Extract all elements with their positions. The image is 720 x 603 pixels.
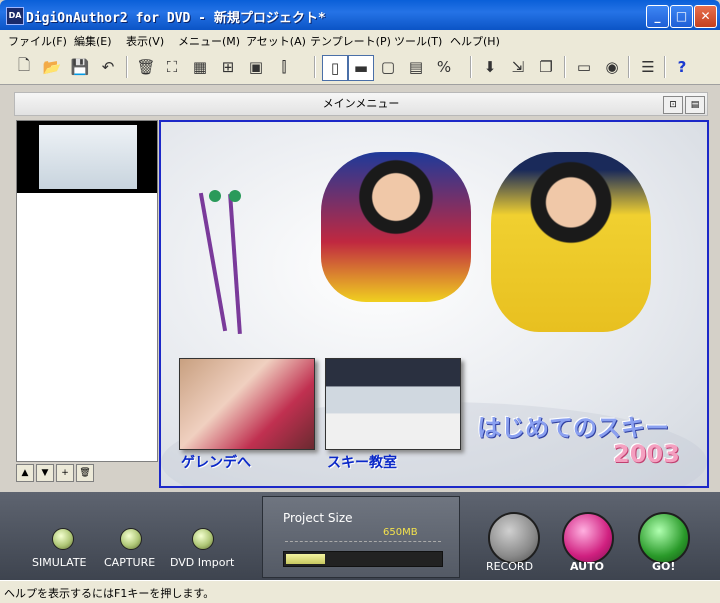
menu-help[interactable]: ヘルプ(H) xyxy=(450,33,500,49)
toolbar-separator xyxy=(628,56,630,78)
record-label[interactable]: RECORD xyxy=(486,560,533,573)
menu-button-thumb-slope[interactable] xyxy=(179,358,315,450)
capacity-scale xyxy=(285,541,441,546)
capture-label[interactable]: CAPTURE xyxy=(104,556,155,569)
menu-tool[interactable]: ツール(T) xyxy=(394,33,442,49)
new-submenu-icon[interactable]: ⊡ xyxy=(663,96,683,114)
toolbar-separator xyxy=(314,56,316,78)
capture-led-icon[interactable] xyxy=(120,528,142,550)
add-button[interactable]: + xyxy=(56,464,74,482)
app-window: DA DigiOnAuthor2 for DVD - 新規プロジェクト* _ □… xyxy=(0,0,720,603)
app-icon: DA xyxy=(6,7,24,25)
table-icon[interactable]: ▤ xyxy=(404,55,428,79)
move-up-button[interactable]: ▲ xyxy=(16,464,34,482)
down-arrow-icon[interactable]: ⬇ xyxy=(478,55,502,79)
undo-icon[interactable]: ↶ xyxy=(96,55,120,79)
ungroup-icon[interactable]: ▣ xyxy=(244,55,268,79)
menu-edit[interactable]: 編集(E) xyxy=(74,33,112,49)
grid-icon[interactable]: ▦ xyxy=(188,55,212,79)
main-menu-header: メインメニュー ⊡ ▤ xyxy=(14,92,708,116)
capacity-label: 650MB xyxy=(383,527,418,538)
align-icon[interactable]: ⫿ xyxy=(272,55,296,79)
menu-menu[interactable]: メニュー(M) xyxy=(178,33,240,49)
menu-title-text[interactable]: はじめてのスキー xyxy=(477,408,669,443)
panel-icon[interactable]: ▯ xyxy=(322,55,348,81)
menu-button-thumb-school[interactable] xyxy=(325,358,461,450)
menu-thumbnail-preview xyxy=(39,125,137,189)
percent-icon[interactable]: % xyxy=(432,55,456,79)
toolbar-separator xyxy=(126,56,128,78)
toolbar: 🗋 📂 💾 ↶ 🗑 ⛶ ▦ ⊞ ▣ ⫿ ▯ ▬ ▢ ▤ % ⬇ ⇲ ❐ ▭ ◉ … xyxy=(0,50,720,85)
project-size-bar xyxy=(283,551,443,567)
auto-button[interactable] xyxy=(562,512,614,564)
menu-year-text[interactable]: 2003 xyxy=(613,440,680,468)
move-down-button[interactable]: ▼ xyxy=(36,464,54,482)
delete-button[interactable]: 🗑 xyxy=(76,464,94,482)
maximize-button[interactable]: □ xyxy=(670,5,693,28)
status-text: ヘルプを表示するにはF1キーを押します。 xyxy=(4,587,215,600)
toolbar-separator xyxy=(564,56,566,78)
dvd-import-led-icon[interactable] xyxy=(192,528,214,550)
menu-bar: ファイル(F) 編集(E) 表示(V) メニュー(M) アセット(A) テンプレ… xyxy=(0,30,720,50)
simulate-label[interactable]: SIMULATE xyxy=(32,556,87,569)
record-button[interactable] xyxy=(488,512,540,564)
delete-icon[interactable]: 🗑 xyxy=(134,55,158,79)
open-icon[interactable]: 📂 xyxy=(40,55,64,79)
menu-thumbnail[interactable] xyxy=(17,121,157,193)
dvd-import-label[interactable]: DVD Import xyxy=(170,556,234,569)
menu-button-label-slope[interactable]: ゲレンデへ xyxy=(181,452,251,472)
minimize-button[interactable]: _ xyxy=(646,5,669,28)
frame-icon[interactable]: ▭ xyxy=(572,55,596,79)
overlay-icon[interactable]: ❐ xyxy=(534,55,558,79)
import-icon[interactable]: ⇲ xyxy=(506,55,530,79)
title-bar[interactable]: DA DigiOnAuthor2 for DVD - 新規プロジェクト* _ □… xyxy=(0,0,720,30)
window-icon[interactable]: ▢ xyxy=(376,55,400,79)
help-icon[interactable]: ? xyxy=(670,55,694,79)
editor-area: メインメニュー ⊡ ▤ ▲ ▼ + 🗑 ゲレンデへ スキー教室 はじめてのスキー… xyxy=(6,88,714,488)
fit-icon[interactable]: ⛶ xyxy=(160,55,184,79)
status-bar: ヘルプを表示するにはF1キーを押します。 xyxy=(0,580,720,603)
main-menu-title: メインメニュー xyxy=(322,97,400,110)
menu-thumbnail-list[interactable] xyxy=(16,120,158,462)
menu-file[interactable]: ファイル(F) xyxy=(8,33,67,49)
child-photo-right xyxy=(491,152,651,332)
save-icon[interactable]: 💾 xyxy=(68,55,92,79)
project-size-fill xyxy=(286,554,325,564)
toolbar-separator xyxy=(470,56,472,78)
menu-asset[interactable]: アセット(A) xyxy=(246,33,306,49)
new-icon[interactable]: 🗋 xyxy=(12,55,36,79)
menu-icon[interactable]: ☰ xyxy=(636,55,660,79)
project-size-label: Project Size xyxy=(283,511,353,525)
close-button[interactable]: ✕ xyxy=(694,5,717,28)
record-icon[interactable]: ◉ xyxy=(600,55,624,79)
project-size-panel: Project Size 650MB xyxy=(262,496,460,578)
menu-template[interactable]: テンプレート(P) xyxy=(310,33,391,49)
go-button[interactable] xyxy=(638,512,690,564)
menu-canvas[interactable]: ゲレンデへ スキー教室 はじめてのスキー 2003 xyxy=(159,120,709,488)
child-photo-left xyxy=(321,152,471,302)
control-panel: SIMULATE CAPTURE DVD Import Project Size… xyxy=(0,492,720,580)
go-label[interactable]: GO! xyxy=(652,560,675,573)
ski-poles xyxy=(181,182,261,342)
menu-button-label-school[interactable]: スキー教室 xyxy=(327,452,397,472)
toolbar-separator xyxy=(664,56,666,78)
window-title: DigiOnAuthor2 for DVD - 新規プロジェクト* xyxy=(26,11,326,26)
auto-label[interactable]: AUTO xyxy=(570,560,604,573)
menu-list-icon[interactable]: ▤ xyxy=(685,96,705,114)
layout-icon[interactable]: ▬ xyxy=(348,55,374,81)
simulate-led-icon[interactable] xyxy=(52,528,74,550)
group-icon[interactable]: ⊞ xyxy=(216,55,240,79)
menu-view[interactable]: 表示(V) xyxy=(126,33,164,49)
